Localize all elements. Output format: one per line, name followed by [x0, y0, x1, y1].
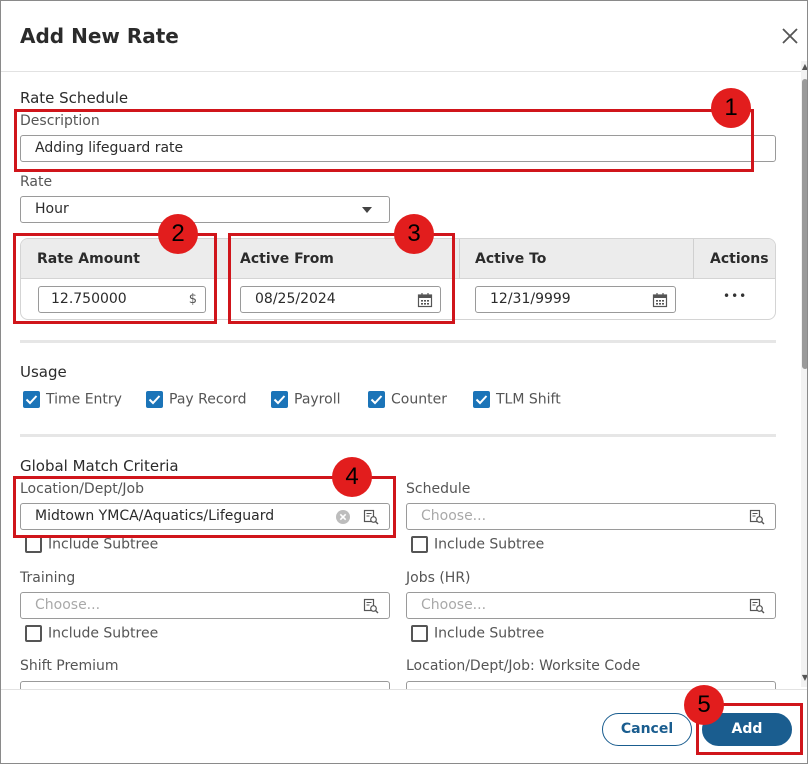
schedule-label: Schedule	[406, 481, 471, 497]
worksite-code-label: Location/Dept/Job: Worksite Code	[406, 658, 641, 674]
usage-time-entry-checkbox[interactable]: Time Entry	[23, 391, 122, 411]
step-badge-1: 1	[711, 88, 751, 128]
checkbox-checked-icon	[473, 391, 490, 408]
usage-tlm-shift-checkbox[interactable]: TLM Shift	[473, 391, 561, 411]
rate-schedule-heading: Rate Schedule	[20, 89, 129, 107]
usage-counter-label: Counter	[391, 391, 447, 408]
description-input[interactable]: Adding lifeguard rate	[20, 135, 776, 162]
rate-amount-input[interactable]: 12.750000 $	[38, 286, 206, 313]
column-separator	[693, 239, 694, 279]
training-input[interactable]: Choose...	[20, 592, 390, 619]
chevron-down-icon	[362, 207, 372, 213]
usage-payroll-checkbox[interactable]: Payroll	[271, 391, 340, 411]
jobs-hr-input[interactable]: Choose...	[406, 592, 776, 619]
usage-pay-record-checkbox[interactable]: Pay Record	[146, 391, 247, 411]
rate-amount-value: 12.750000	[51, 291, 127, 307]
step-badge-3: 3	[394, 214, 434, 254]
active-to-input[interactable]: 12/31/9999	[475, 286, 676, 313]
cancel-button[interactable]: Cancel	[602, 713, 692, 746]
checkbox-checked-icon	[368, 391, 385, 408]
schedule-input[interactable]: Choose...	[406, 503, 776, 530]
active-from-input[interactable]: 08/25/2024	[240, 286, 441, 313]
column-separator	[459, 239, 460, 279]
calendar-icon[interactable]	[652, 292, 668, 308]
include-subtree-label: Include Subtree	[434, 625, 545, 642]
step-badge-5: 5	[684, 685, 724, 725]
usage-payroll-label: Payroll	[294, 391, 341, 408]
step-badge-4: 4	[332, 457, 372, 497]
currency-symbol: $	[188, 292, 197, 307]
rate-select-value: Hour	[35, 201, 69, 217]
section-divider	[20, 434, 776, 437]
lookup-search-icon[interactable]	[363, 509, 379, 525]
section-divider	[20, 340, 776, 343]
location-include-subtree-checkbox[interactable]: Include Subtree	[25, 536, 158, 556]
column-separator	[216, 239, 217, 279]
row-actions-menu-icon[interactable]: •••	[723, 289, 747, 303]
add-new-rate-dialog: Add New Rate ▲ ▼ Rate Schedule Descripti…	[0, 0, 808, 764]
usage-counter-checkbox[interactable]: Counter	[368, 391, 447, 411]
checkbox-checked-icon	[146, 391, 163, 408]
training-include-subtree-checkbox[interactable]: Include Subtree	[25, 625, 158, 645]
step-badge-2: 2	[158, 214, 198, 254]
close-icon[interactable]	[779, 25, 801, 47]
include-subtree-label: Include Subtree	[48, 536, 159, 553]
dialog-title: Add New Rate	[20, 24, 179, 48]
rate-select[interactable]: Hour	[20, 196, 390, 223]
shift-premium-label: Shift Premium	[20, 658, 119, 674]
checkbox-unchecked-icon	[411, 536, 428, 553]
usage-pay-record-label: Pay Record	[169, 391, 247, 408]
usage-time-entry-label: Time Entry	[46, 391, 122, 408]
header-active-to: Active To	[475, 251, 547, 267]
scroll-up-arrow-icon[interactable]: ▲	[801, 62, 807, 72]
jobs-hr-placeholder: Choose...	[421, 597, 487, 613]
active-from-value: 08/25/2024	[255, 291, 336, 307]
include-subtree-label: Include Subtree	[48, 625, 159, 642]
training-label: Training	[20, 570, 76, 586]
clear-icon[interactable]	[335, 509, 351, 525]
lookup-search-icon[interactable]	[749, 598, 765, 614]
header-actions: Actions	[710, 251, 769, 267]
global-match-criteria-heading: Global Match Criteria	[20, 457, 179, 475]
calendar-icon[interactable]	[417, 292, 433, 308]
schedule-include-subtree-checkbox[interactable]: Include Subtree	[411, 536, 544, 556]
checkbox-unchecked-icon	[411, 625, 428, 642]
checkbox-unchecked-icon	[25, 625, 42, 642]
lookup-search-icon[interactable]	[363, 598, 379, 614]
header-rate-amount: Rate Amount	[37, 251, 140, 267]
training-placeholder: Choose...	[35, 597, 101, 613]
usage-heading: Usage	[20, 363, 67, 381]
description-label: Description	[20, 113, 100, 129]
checkbox-checked-icon	[23, 391, 40, 408]
rate-label: Rate	[20, 174, 53, 190]
active-to-value: 12/31/9999	[490, 291, 571, 307]
include-subtree-label: Include Subtree	[434, 536, 545, 553]
checkbox-checked-icon	[271, 391, 288, 408]
location-dept-job-label: Location/Dept/Job	[20, 481, 144, 497]
usage-tlm-shift-label: TLM Shift	[496, 391, 561, 408]
checkbox-unchecked-icon	[25, 536, 42, 553]
lookup-search-icon[interactable]	[749, 509, 765, 525]
location-dept-job-input[interactable]: Midtown YMCA/Aquatics/Lifeguard	[20, 503, 390, 530]
scroll-down-arrow-icon[interactable]: ▼	[801, 673, 807, 683]
jobs-hr-label: Jobs (HR)	[406, 570, 471, 586]
scrollbar-thumb[interactable]	[802, 79, 807, 369]
jobs-hr-include-subtree-checkbox[interactable]: Include Subtree	[411, 625, 544, 645]
header-active-from: Active From	[240, 251, 334, 267]
location-dept-job-value: Midtown YMCA/Aquatics/Lifeguard	[35, 508, 275, 524]
schedule-placeholder: Choose...	[421, 508, 487, 524]
